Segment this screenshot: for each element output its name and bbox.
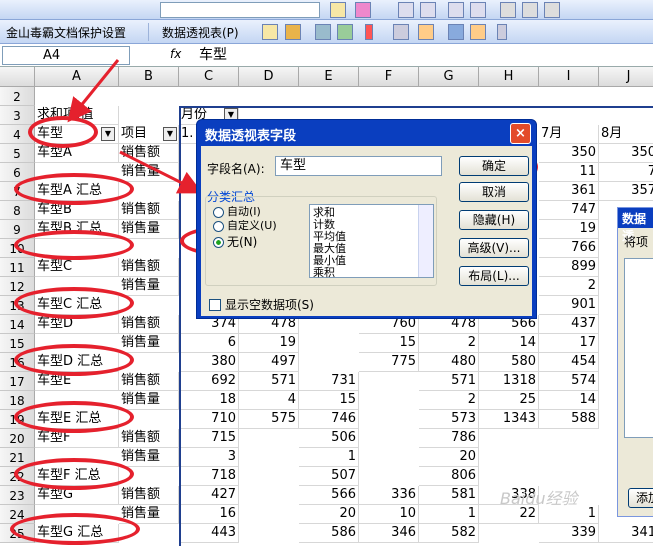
pane-label: 将项: [624, 235, 649, 249]
arrow-to-subtotal: [119, 150, 203, 194]
show-empty-label: 显示空数据项(S): [225, 298, 314, 312]
list-item[interactable]: 乘积: [313, 267, 430, 279]
list-scrollbar[interactable]: [418, 205, 433, 277]
layout-button[interactable]: 布局(L)...: [459, 266, 529, 286]
dialog-title: 数据透视表字段: [205, 129, 297, 144]
radio-custom[interactable]: 自定义(U): [213, 220, 277, 232]
field-name-input[interactable]: 车型: [275, 156, 442, 176]
pivot-field-list-pane: 数据透 将项 添加: [617, 207, 653, 517]
close-icon[interactable]: ×: [510, 123, 531, 144]
show-empty-checkbox[interactable]: 显示空数据项(S): [209, 296, 314, 313]
hide-button[interactable]: 隐藏(H): [459, 210, 529, 230]
pane-field-box[interactable]: [624, 258, 653, 438]
arrow-to-a4: [67, 59, 120, 123]
function-list[interactable]: 求和 计数 平均值 最大值 最小值 乘积: [309, 204, 434, 279]
radio-auto-label: 自动(I): [227, 206, 261, 218]
pivot-field-dialog: 数据透视表字段 × 字段名(A): 车型 分类汇总 自动(I) 自定义(U) 无…: [196, 119, 537, 319]
dialog-body: 字段名(A): 车型 分类汇总 自动(I) 自定义(U) 无(N) 求和 计数 …: [201, 146, 532, 316]
cancel-button[interactable]: 取消: [459, 182, 529, 202]
field-name-label: 字段名(A):: [207, 162, 265, 176]
radio-auto[interactable]: 自动(I): [213, 206, 261, 218]
radio-none-label: 无(N): [227, 235, 258, 249]
ok-button[interactable]: 确定: [459, 156, 529, 176]
watermark: Baidu经验: [500, 489, 578, 508]
radio-none[interactable]: 无(N): [213, 235, 257, 249]
pane-add-button[interactable]: 添加: [628, 488, 653, 508]
radio-custom-label: 自定义(U): [227, 220, 277, 232]
pane-title: 数据透: [618, 208, 653, 243]
advanced-button[interactable]: 高级(V)...: [459, 238, 529, 258]
